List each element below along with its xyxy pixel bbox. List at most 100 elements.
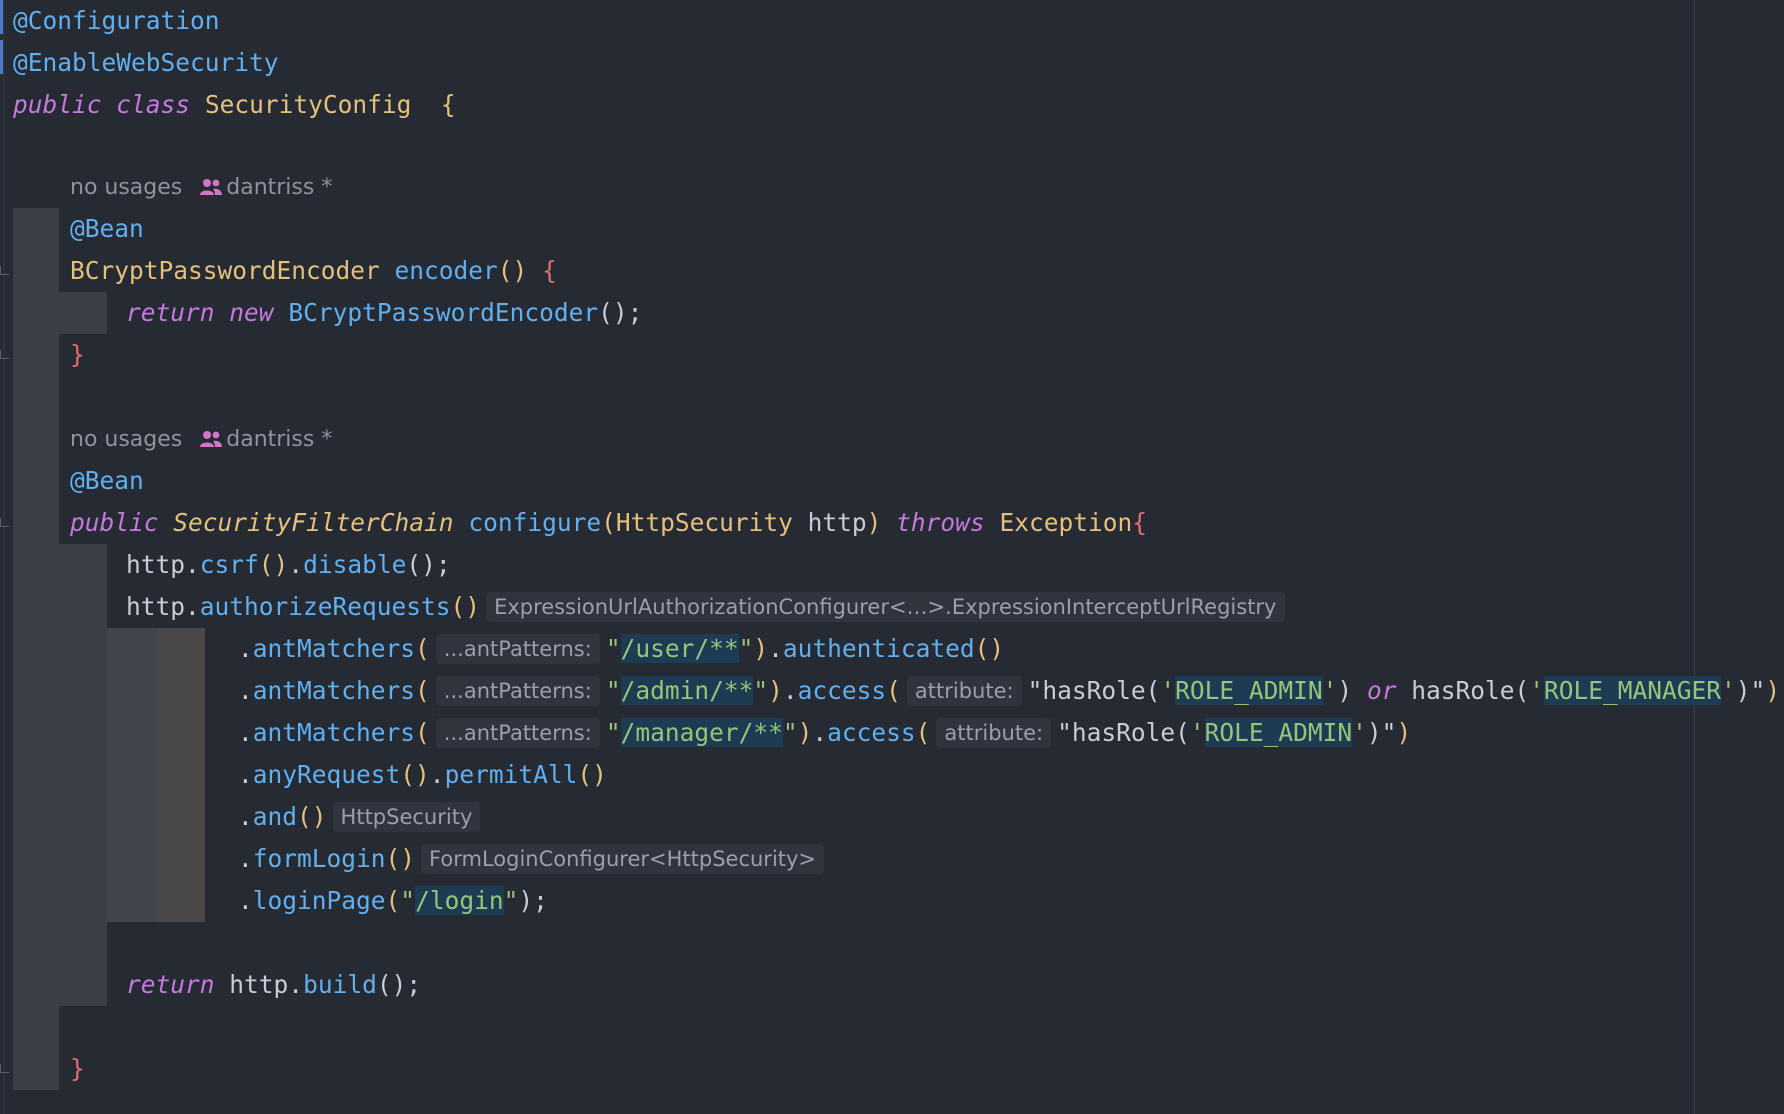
code-lens[interactable]: no usages dantriss * [70,168,332,208]
exception-type: Exception [999,508,1133,537]
keyword: public [70,508,159,537]
fold-marker[interactable] [0,1064,9,1073]
keyword: throws [896,508,985,537]
string-literal: hasRole( [1411,676,1530,705]
role-literal: ROLE_ADMIN [1204,718,1353,747]
parameter-hint: ...antPatterns: [435,676,600,706]
punctuation: (); [406,550,451,579]
code-line[interactable]: @Bean [70,460,144,502]
string-literal: /login [415,886,504,915]
code-line[interactable]: @EnableWebSecurity [13,42,279,84]
string-quote: " [738,634,754,663]
code-line[interactable]: .formLogin() FormLoginConfigurer<HttpSecu… [238,838,830,880]
paren: ) [1765,676,1781,705]
annotation: @EnableWebSecurity [13,48,279,77]
parens: () [450,592,481,621]
string-literal: /manager/** [620,718,783,747]
role-literal: ROLE_ADMIN [1175,676,1323,705]
paren: ( [415,634,430,663]
vcs-change-marker [0,0,3,34]
code-line[interactable]: return http.build(); [126,964,421,1006]
method-name: encoder [394,256,498,285]
code-line[interactable]: return new BCryptPasswordEncoder(); [126,292,642,334]
type-hint: FormLoginConfigurer<HttpSecurity> [421,844,825,874]
method-name: authenticated [782,634,975,663]
paren: ( [415,676,430,705]
code-line[interactable]: public class SecurityConfig { [13,84,456,126]
method-name: loginPage [252,886,386,915]
parens: () [385,844,416,873]
keyword: public [13,90,102,119]
string-quote: " [605,676,621,705]
fold-marker[interactable] [0,350,9,359]
annotation: @Configuration [13,6,220,35]
code-line[interactable]: http.authorizeRequests() ExpressionUrlAut… [126,586,1291,628]
param-type: HttpSecurity [615,508,793,537]
right-margin-guide [1694,0,1695,1114]
code-line[interactable]: .antMatchers(...antPatterns: "/user/**").… [238,628,1004,670]
author-name[interactable]: dantriss [226,175,314,200]
paren: ) [1396,718,1412,747]
fold-marker[interactable] [0,518,9,527]
code-line[interactable]: BCryptPasswordEncoder encoder() { [70,250,557,292]
dot: . [185,592,200,621]
method-name: authorizeRequests [199,592,451,621]
paren: ) [797,718,813,747]
usages-count[interactable]: no usages [70,427,182,452]
paren: ( [601,508,616,537]
string-quote: ' [1160,676,1176,705]
type-hint: HttpSecurity [332,802,481,832]
indent-guide [107,628,157,922]
parens: () [297,802,327,831]
parens: () [497,256,528,285]
method-name: formLogin [252,844,386,873]
annotation: @Bean [70,214,144,243]
method-name: access [827,718,916,747]
fold-marker[interactable] [0,266,9,275]
type-hint: ExpressionUrlAuthorizationConfigurer<…>.… [486,592,1285,622]
dot: . [238,802,253,831]
string-quote: ' [1721,676,1736,705]
identifier: http [229,970,289,999]
string-quote: " [605,634,621,663]
dot: . [185,550,200,579]
method-name: antMatchers [252,718,416,747]
role-literal: ROLE_MANAGER [1544,676,1722,705]
user-group-icon [200,431,223,447]
string-quote: ' [1189,718,1205,747]
author-name[interactable]: dantriss [226,427,314,452]
method-name: build [303,970,377,999]
code-line[interactable]: } [70,1048,85,1090]
brace: { [440,90,456,119]
code-line[interactable]: .loginPage("/login"); [238,880,548,922]
string-quote: " [605,718,621,747]
code-line[interactable]: http.csrf().disable(); [126,544,451,586]
paren: ) [753,634,769,663]
code-line[interactable]: .antMatchers(...antPatterns: "/manager/**… [238,712,1411,754]
code-line[interactable]: @Configuration [13,0,220,42]
dot: . [429,760,445,789]
method-name: configure [468,508,602,537]
paren: ) [866,508,882,537]
dot: . [238,844,253,873]
code-line[interactable]: .anyRequest().permitAll() [238,754,607,796]
type-name: SecurityFilterChain [173,508,454,537]
code-line[interactable]: @Bean [70,208,144,250]
usages-count[interactable]: no usages [70,175,182,200]
string-quote: " [782,718,798,747]
code-lens[interactable]: no usages dantriss * [70,420,332,460]
vcs-change-marker [0,40,3,74]
code-editor[interactable]: @Configuration @EnableWebSecurity public… [0,0,1784,1114]
code-line[interactable]: .antMatchers(...antPatterns: "/admin/**")… [238,670,1780,712]
indent-guide [59,544,107,1006]
method-name: and [252,802,298,831]
string-quote: " [400,886,416,915]
parens: () [577,760,607,789]
punctuation: (); [598,298,643,327]
user-group-icon [200,179,223,195]
code-line[interactable]: public SecurityFilterChain configure(Htt… [70,502,1147,544]
paren: ( [385,886,401,915]
code-line[interactable]: } [70,334,85,376]
string-literal: /user/** [620,634,739,663]
code-line[interactable]: .and() HttpSecurity [238,796,486,838]
